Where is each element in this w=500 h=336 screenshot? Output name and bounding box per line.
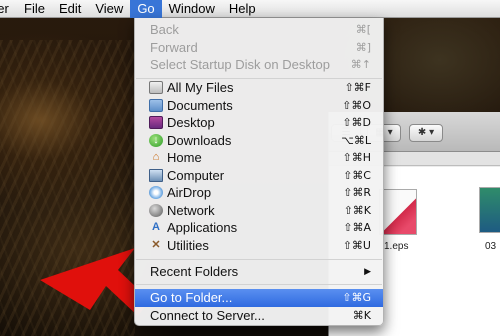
- menu-item-label: Applications: [167, 220, 238, 235]
- menu-item-select-startup-disk[interactable]: Select Startup Disk on Desktop ⌘↑: [135, 56, 383, 74]
- menu-help[interactable]: Help: [222, 0, 263, 18]
- menu-separator: [136, 259, 382, 260]
- shortcut: ⇧⌘F: [344, 81, 371, 94]
- menu-item-label: Select Startup Disk on Desktop: [150, 57, 330, 72]
- menu-edit[interactable]: Edit: [52, 0, 88, 18]
- menu-window[interactable]: Window: [162, 0, 222, 18]
- shortcut: ⌥⌘L: [341, 133, 371, 147]
- menu-item-recent-folders[interactable]: Recent Folders ▶: [135, 263, 383, 281]
- menu-item-all-my-files[interactable]: All My Files ⇧⌘F: [135, 79, 383, 97]
- shortcut: ⇧⌘K: [343, 203, 371, 217]
- go-menu-dropdown: Back ⌘[ Forward ⌘] Select Startup Disk o…: [134, 18, 384, 326]
- shortcut: ⇧⌘O: [342, 98, 371, 112]
- file-eps-icon[interactable]: [379, 189, 417, 235]
- menu-item-airdrop[interactable]: AirDrop ⇧⌘R: [135, 184, 383, 202]
- menu-item-forward[interactable]: Forward ⌘]: [135, 39, 383, 57]
- menu-item-label: Utilities: [167, 237, 209, 253]
- menu-item-label: Go to Folder...: [150, 290, 233, 305]
- shortcut: ⌘[: [355, 23, 371, 36]
- menu-item-computer[interactable]: Computer ⇧⌘C: [135, 167, 383, 185]
- downloads-icon: ↓: [149, 133, 163, 147]
- menu-item-label: Connect to Server...: [150, 307, 265, 323]
- applications-icon: A: [152, 221, 160, 233]
- shortcut: ⇧⌘A: [343, 221, 371, 234]
- menu-view[interactable]: View: [88, 0, 130, 18]
- shortcut: ⇧⌘G: [342, 291, 371, 304]
- gear-icon: ✱ ▾: [417, 127, 435, 138]
- menu-item-label: AirDrop: [167, 185, 212, 200]
- action-button[interactable]: ✱ ▾: [409, 124, 443, 142]
- submenu-arrow-icon: ▶: [364, 266, 371, 276]
- menu-item-label: Forward: [150, 39, 198, 55]
- menu-item-go-to-folder[interactable]: Go to Folder... ⇧⌘G: [135, 289, 383, 307]
- menu-go[interactable]: Go: [130, 0, 162, 18]
- shortcut: ⇧⌘C: [343, 168, 371, 182]
- documents-icon: [149, 98, 163, 112]
- menu-item-network[interactable]: Network ⇧⌘K: [135, 202, 383, 220]
- shortcut: ⇧⌘R: [343, 186, 371, 199]
- desktop-icon: [149, 116, 163, 129]
- network-icon: [149, 203, 163, 217]
- menu-item-downloads[interactable]: ↓ Downloads ⌥⌘L: [135, 132, 383, 150]
- file-image-icon[interactable]: [479, 187, 500, 233]
- menu-item-label: Desktop: [167, 115, 215, 130]
- menu-bar: Finder File Edit View Go Window Help: [0, 0, 500, 18]
- menu-finder[interactable]: Finder: [0, 0, 15, 18]
- menu-item-documents[interactable]: Documents ⇧⌘O: [135, 97, 383, 115]
- menu-item-utilities[interactable]: ✕ Utilities ⇧⌘U: [135, 237, 383, 255]
- menu-item-label: Back: [150, 22, 179, 37]
- all-my-files-icon: [149, 81, 163, 94]
- shortcut: ⌘↑: [350, 58, 371, 71]
- menu-item-label: Recent Folders: [150, 264, 239, 279]
- airdrop-icon: [149, 186, 163, 199]
- menu-item-back[interactable]: Back ⌘[: [135, 21, 383, 39]
- utilities-icon: ✕: [151, 238, 161, 251]
- menu-item-label: Documents: [167, 97, 233, 113]
- shortcut: ⌘]: [355, 40, 371, 54]
- menu-item-desktop[interactable]: Desktop ⇧⌘D: [135, 114, 383, 132]
- menu-item-connect-to-server[interactable]: Connect to Server... ⌘K: [135, 307, 383, 325]
- menu-item-home[interactable]: ⌂ Home ⇧⌘H: [135, 149, 383, 167]
- file-label[interactable]: 1.eps: [384, 241, 408, 252]
- menu-item-applications[interactable]: A Applications ⇧⌘A: [135, 219, 383, 237]
- menu-item-label: All My Files: [167, 80, 234, 95]
- shortcut: ⇧⌘U: [342, 238, 371, 252]
- menu-item-label: Computer: [167, 167, 225, 183]
- home-icon: ⌂: [152, 151, 160, 163]
- file-label[interactable]: 03: [485, 241, 496, 252]
- shortcut: ⌘K: [352, 308, 371, 322]
- menu-separator: [136, 284, 382, 285]
- shortcut: ⇧⌘D: [342, 116, 371, 129]
- menu-item-label: Home: [167, 150, 202, 165]
- shortcut: ⇧⌘H: [342, 151, 372, 164]
- menu-item-label: Network: [167, 202, 215, 218]
- menu-file[interactable]: File: [15, 0, 52, 18]
- menu-item-label: Downloads: [167, 132, 232, 148]
- computer-icon: [149, 168, 163, 182]
